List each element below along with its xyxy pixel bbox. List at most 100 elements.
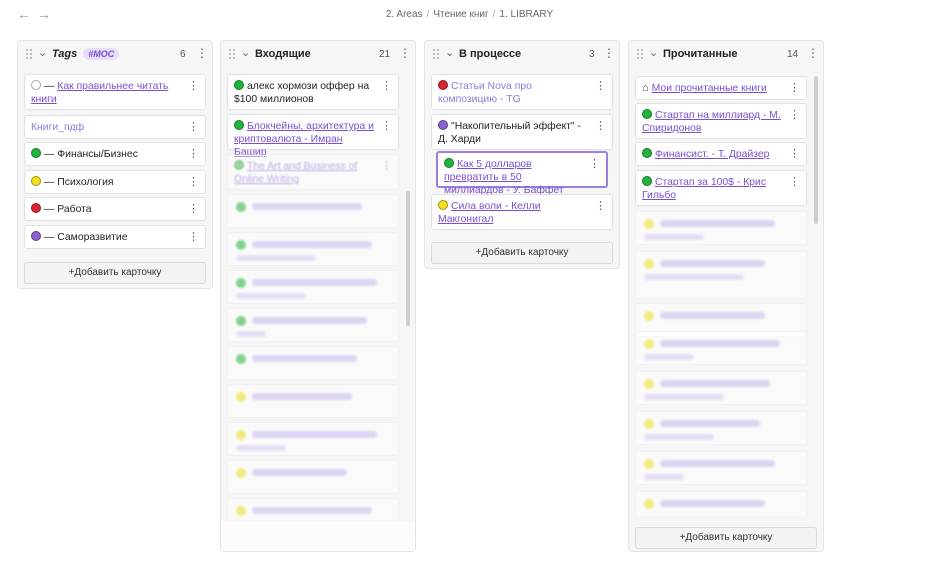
card-menu-icon[interactable]: ⋮ (381, 81, 392, 92)
card[interactable]: "Накопительный эффект" - Д. Харди ⋮ (431, 114, 613, 150)
card-text[interactable]: Книги_пдф (31, 122, 84, 133)
card[interactable]: Стартап на миллиард - М. Спиридонов ⋮ (635, 103, 807, 139)
card[interactable]: — Как правильнее читать книги ⋮ (24, 74, 206, 110)
add-card-button[interactable]: +Добавить карточку (24, 262, 206, 284)
yellow-circle-icon (31, 176, 41, 186)
lane-menu-icon[interactable]: ⋮ (399, 47, 411, 59)
card[interactable]: — Финансы/Бизнес ⋮ (24, 142, 206, 166)
add-card-button[interactable]: +Добавить карточку (431, 242, 613, 264)
chevron-down-icon[interactable]: ⌄ (445, 46, 454, 59)
card[interactable]: The Art and Business of Online Writing ⋮ (227, 154, 399, 190)
card[interactable]: Книги_пдф ⋮ (24, 115, 206, 139)
blurred-card-list (227, 194, 399, 520)
lane-read: ⌄ Прочитанные 14 ⋮ ⌂ Мои прочитанные книг… (628, 40, 824, 552)
lane-count: 6 (180, 49, 186, 60)
card[interactable]: — Саморазвитие ⋮ (24, 225, 206, 249)
card-menu-icon[interactable]: ⋮ (789, 110, 800, 121)
scrollbar[interactable] (406, 191, 410, 326)
drag-handle-icon[interactable] (229, 49, 237, 61)
card-link[interactable]: Финансист. - Т. Драйзер (655, 149, 769, 160)
home-icon: ⌂ (642, 82, 649, 94)
blurred-card (227, 346, 399, 380)
add-card-button[interactable]: +Добавить карточку (635, 527, 817, 549)
lane-header: ⌄ В процессе 3 ⋮ (425, 41, 619, 69)
breadcrumb-item[interactable]: Чтение книг (433, 9, 488, 20)
chevron-down-icon[interactable]: ⌄ (241, 46, 250, 59)
lane-menu-icon[interactable]: ⋮ (603, 47, 615, 59)
card-link[interactable]: Сила воли - Келли Макгонигал (438, 201, 541, 225)
green-circle-icon (234, 160, 244, 170)
drag-handle-icon[interactable] (26, 49, 34, 61)
card-menu-icon[interactable]: ⋮ (589, 159, 600, 170)
card[interactable]: Стартап за 100$ - Крис Гильбо ⋮ (635, 170, 807, 206)
lane-in-progress: ⌄ В процессе 3 ⋮ Статьи Nova про компози… (424, 40, 620, 269)
blurred-card (635, 371, 807, 405)
green-circle-icon (234, 80, 244, 90)
card-menu-icon[interactable]: ⋮ (188, 149, 199, 160)
blurred-card (635, 491, 807, 516)
green-circle-icon (642, 176, 652, 186)
card-menu-icon[interactable]: ⋮ (595, 81, 606, 92)
blurred-card (227, 422, 399, 456)
card[interactable]: Статьи Nova про композицию - TG ⋮ (431, 74, 613, 110)
breadcrumb-item[interactable]: 2. Areas (386, 9, 423, 20)
card-menu-icon[interactable]: ⋮ (595, 201, 606, 212)
card-menu-icon[interactable]: ⋮ (381, 161, 392, 172)
lane-count: 14 (787, 49, 799, 60)
lane-header: ⌄ Tags #MOC 6 ⋮ (18, 41, 212, 69)
green-circle-icon (642, 109, 652, 119)
lane-title: Входящие (255, 48, 311, 60)
red-circle-icon (31, 203, 41, 213)
lane-tags: ⌄ Tags #MOC 6 ⋮ — Как правильнее читать к… (17, 40, 213, 289)
card-menu-icon[interactable]: ⋮ (188, 177, 199, 188)
card[interactable]: — Работа ⋮ (24, 197, 206, 221)
lane-title: Tags #MOC (52, 48, 120, 60)
drag-handle-icon[interactable] (637, 49, 645, 61)
card-menu-icon[interactable]: ⋮ (188, 232, 199, 243)
card-menu-icon[interactable]: ⋮ (789, 149, 800, 160)
lane-title: Прочитанные (663, 48, 738, 60)
card-menu-icon[interactable]: ⋮ (381, 121, 392, 132)
lane-count: 21 (379, 49, 391, 60)
blurred-card (227, 384, 399, 418)
card[interactable]: ⌂ Мои прочитанные книги ⋮ (635, 76, 807, 100)
card-link[interactable]: Как 5 долларов превратить в 50 миллиардо… (444, 159, 564, 196)
chevron-down-icon[interactable]: ⌄ (38, 46, 47, 59)
card-link[interactable]: Блокчейны, архитектура и криптовалюта - … (234, 121, 374, 158)
card-link[interactable]: Стартап за 100$ - Крис Гильбо (642, 177, 766, 201)
card[interactable]: Сила воли - Келли Макгонигал ⋮ (431, 194, 613, 230)
blurred-card (635, 251, 807, 299)
lane-inbox: ⌄ Входящие 21 ⋮ алекс хормози оффер на $… (220, 40, 416, 552)
card-menu-icon[interactable]: ⋮ (595, 121, 606, 132)
card-link[interactable]: Мои прочитанные книги (652, 83, 767, 94)
moc-tag[interactable]: #MOC (83, 48, 120, 60)
lane-menu-icon[interactable]: ⋮ (196, 47, 208, 59)
card-link[interactable]: Стартап на миллиард - М. Спиридонов (642, 110, 781, 134)
top-bar: ← → 2. Areas / Чтение книг/1. LIBRARY (0, 0, 939, 30)
card-menu-icon[interactable]: ⋮ (188, 204, 199, 215)
card[interactable]: алекс хормози оффер на $100 миллионов ⋮ (227, 74, 399, 110)
card-menu-icon[interactable]: ⋮ (188, 122, 199, 133)
card[interactable]: Финансист. - Т. Драйзер ⋮ (635, 142, 807, 166)
card[interactable]: — Психология ⋮ (24, 170, 206, 194)
green-circle-icon (642, 148, 652, 158)
green-circle-icon (444, 158, 454, 168)
drag-handle-icon[interactable] (433, 49, 441, 61)
card-menu-icon[interactable]: ⋮ (789, 83, 800, 94)
scrollbar[interactable] (814, 76, 818, 224)
lane-header: ⌄ Прочитанные 14 ⋮ (629, 41, 823, 69)
blurred-card (227, 194, 399, 228)
blurred-card (635, 411, 807, 445)
card-menu-icon[interactable]: ⋮ (789, 177, 800, 188)
lane-count: 3 (589, 49, 595, 60)
card[interactable]: Блокчейны, архитектура и криптовалюта - … (227, 114, 399, 158)
card-link[interactable]: The Art and Business of Online Writing (234, 161, 357, 185)
chevron-down-icon[interactable]: ⌄ (649, 46, 658, 59)
blurred-card (635, 211, 807, 245)
card-menu-icon[interactable]: ⋮ (188, 81, 199, 92)
lane-menu-icon[interactable]: ⋮ (807, 47, 819, 59)
card-text[interactable]: Статьи Nova про композицию - TG (438, 81, 532, 105)
breadcrumb: 2. Areas / Чтение книг/1. LIBRARY (385, 9, 554, 20)
mouse-cursor-icon: ◌ (519, 162, 525, 173)
blurred-card (227, 460, 399, 494)
